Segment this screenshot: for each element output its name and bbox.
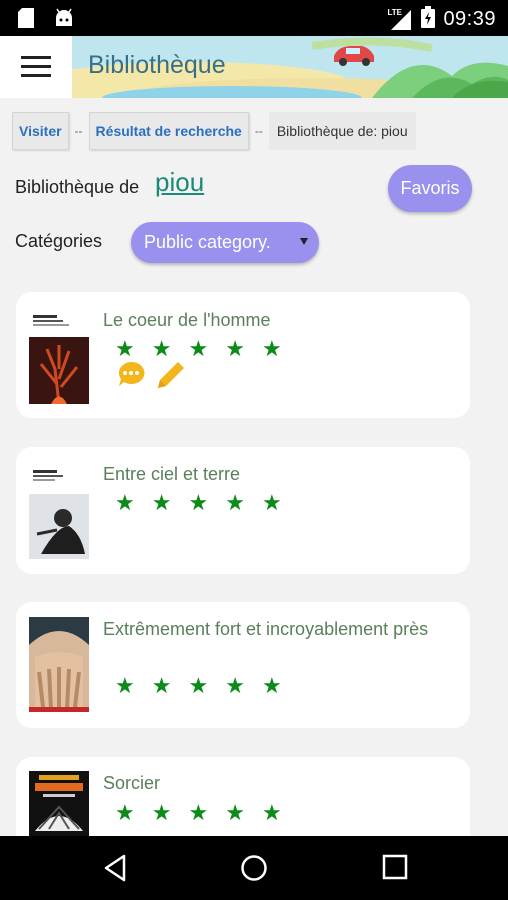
star-icon[interactable]: ★ [115,675,135,697]
breadcrumb-separator: -- [74,124,83,138]
star-icon[interactable]: ★ [225,338,245,360]
system-nav-bar [0,836,508,900]
category-select[interactable]: Public category. [131,222,319,263]
star-icon[interactable]: ★ [188,338,208,360]
star-icon[interactable]: ★ [225,675,245,697]
book-actions [116,360,186,397]
status-time: 09:39 [443,8,496,30]
star-icon[interactable]: ★ [262,338,282,360]
book-title[interactable]: Sorcier [103,769,443,797]
edit-pencil-icon[interactable] [154,360,186,397]
breadcrumb: Visiter -- Résultat de recherche -- Bibl… [12,112,416,150]
star-icon[interactable]: ★ [152,492,172,514]
sd-card-icon [18,8,34,33]
book-card[interactable]: Sorcier ★ ★ ★ ★ ★ [16,757,470,836]
book-cover [29,309,89,404]
library-user-link[interactable]: piou [155,167,204,198]
comment-icon[interactable] [116,360,146,397]
home-icon[interactable] [240,854,268,887]
book-title[interactable]: Le coeur de l'homme [103,306,443,334]
hamburger-menu-icon [21,56,51,77]
recents-icon[interactable] [382,854,408,885]
star-icon[interactable]: ★ [262,492,282,514]
book-title[interactable]: Extrêmement fort et incroyablement près [103,615,443,643]
book-card[interactable]: Entre ciel et terre ★ ★ ★ ★ ★ [16,447,470,574]
book-card[interactable]: Extrêmement fort et incroyablement près … [16,602,470,728]
signal-icon: LTE [387,8,413,32]
star-icon[interactable]: ★ [225,802,245,824]
back-icon[interactable] [102,854,128,887]
star-icon[interactable]: ★ [152,338,172,360]
app-bar: Bibliothèque [0,36,508,98]
categories-label: Catégories [15,231,103,251]
star-icon[interactable]: ★ [188,802,208,824]
star-icon[interactable]: ★ [188,675,208,697]
android-icon [54,8,74,33]
library-label: Bibliothèque de [15,177,140,197]
book-card[interactable]: Le coeur de l'homme ★ ★ ★ ★ ★ [16,292,470,418]
breadcrumb-search-results[interactable]: Résultat de recherche [88,112,249,150]
status-bar: LTE 09:39 [0,0,508,36]
category-select-value: Public category. [144,232,271,252]
star-icon[interactable]: ★ [115,802,135,824]
star-rating[interactable]: ★ ★ ★ ★ ★ [115,675,282,697]
star-icon[interactable]: ★ [115,492,135,514]
star-icon[interactable]: ★ [115,338,135,360]
star-icon[interactable]: ★ [225,492,245,514]
star-icon[interactable]: ★ [152,675,172,697]
menu-button[interactable] [0,36,72,98]
star-rating[interactable]: ★ ★ ★ ★ ★ [115,802,282,824]
app-title: Bibliothèque [88,51,226,79]
book-cover [29,464,89,559]
star-icon[interactable]: ★ [262,802,282,824]
star-rating[interactable]: ★ ★ ★ ★ ★ [115,492,282,514]
battery-icon [421,6,436,33]
app-banner: Bibliothèque [72,36,508,98]
star-rating[interactable]: ★ ★ ★ ★ ★ [115,338,282,360]
dropdown-arrow-icon [300,238,308,245]
breadcrumb-current: Bibliothèque de: piou [268,112,416,150]
book-cover [29,617,89,712]
book-title[interactable]: Entre ciel et terre [103,460,443,488]
book-cover [29,771,89,836]
star-icon[interactable]: ★ [262,675,282,697]
star-icon[interactable]: ★ [188,492,208,514]
breadcrumb-separator: -- [254,124,263,138]
star-icon[interactable]: ★ [152,802,172,824]
breadcrumb-visiter[interactable]: Visiter [12,112,69,150]
favorites-button[interactable]: Favoris [388,165,472,212]
